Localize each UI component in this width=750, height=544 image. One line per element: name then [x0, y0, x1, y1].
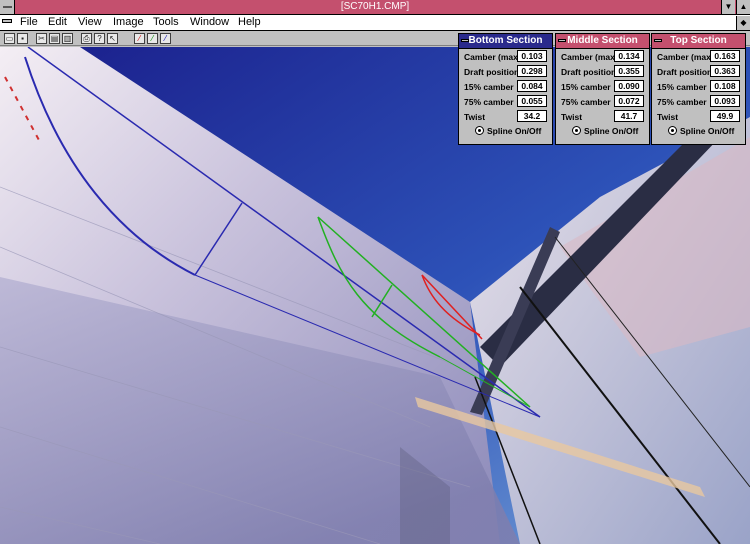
save-icon[interactable]: ▪ — [17, 33, 28, 44]
panel-title: Top Section — [670, 35, 727, 46]
wand-icon[interactable]: ⁄ — [134, 33, 145, 44]
spline-label: Spline On/Off — [487, 126, 542, 136]
camber-15-label: 15% camber — [464, 82, 514, 92]
maximize-button[interactable]: ▲ — [736, 0, 750, 14]
menu-bar: File Edit View Image Tools Window Help ◆ — [0, 15, 750, 31]
draft-position-value: 0.355 — [614, 65, 644, 77]
help-icon[interactable]: ? — [94, 33, 105, 44]
camber-75-value: 0.055 — [517, 95, 547, 107]
camber-75-label: 75% camber — [561, 97, 611, 107]
panel-menu-button[interactable] — [461, 39, 469, 42]
window-title: [SC70H1.CMP] — [340, 1, 410, 12]
twist-value: 49.9 — [710, 110, 740, 122]
panel-title: Middle Section — [567, 35, 638, 46]
panel-menu-button[interactable] — [558, 39, 566, 42]
menu-window[interactable]: Window — [190, 16, 229, 28]
title-bar: [SC70H1.CMP] ▼ ▲ — [0, 0, 750, 15]
twist-value: 41.7 — [614, 110, 644, 122]
menu-file[interactable]: File — [20, 16, 38, 28]
draft-position-label: Draft position — [657, 67, 713, 77]
middle-section-panel: Middle Section Camber (max) 0.134 Draft p… — [555, 33, 650, 145]
spline-toggle[interactable]: Spline On/Off — [652, 124, 745, 138]
draft-position-value: 0.363 — [710, 65, 740, 77]
open-icon[interactable]: ▭ — [4, 33, 15, 44]
spline-label: Spline On/Off — [680, 126, 735, 136]
camber-max-value: 0.163 — [710, 50, 740, 62]
camber-max-label: Camber (max) — [561, 52, 618, 62]
camber-15-value: 0.084 — [517, 80, 547, 92]
camber-15-value: 0.090 — [614, 80, 644, 92]
radio-icon[interactable] — [572, 126, 581, 135]
camber-75-label: 75% camber — [464, 97, 514, 107]
twist-label: Twist — [561, 112, 583, 122]
menu-image[interactable]: Image — [113, 16, 144, 28]
document-menu-button[interactable] — [2, 19, 12, 23]
tab-top-section[interactable]: Top Section — [652, 34, 745, 49]
spline-toggle[interactable]: Spline On/Off — [459, 124, 552, 138]
camber-max-value: 0.134 — [614, 50, 644, 62]
twist-value: 34.2 — [517, 110, 547, 122]
minimize-button[interactable]: ▼ — [721, 0, 735, 14]
paste-icon[interactable]: ▥ — [62, 33, 73, 44]
panel-title: Bottom Section — [468, 35, 543, 46]
radio-icon[interactable] — [668, 126, 677, 135]
spline-label: Spline On/Off — [584, 126, 639, 136]
zoom-icon[interactable]: ⁄ — [160, 33, 171, 44]
twist-label: Twist — [657, 112, 679, 122]
select-icon[interactable]: ↖ — [107, 33, 118, 44]
camber-15-value: 0.108 — [710, 80, 740, 92]
tab-middle-section[interactable]: Middle Section — [556, 34, 649, 49]
menu-help[interactable]: Help — [238, 16, 261, 28]
camber-max-label: Camber (max) — [657, 52, 714, 62]
top-section-panel: Top Section Camber (max) 0.163 Draft posi… — [651, 33, 746, 145]
camber-15-label: 15% camber — [561, 82, 611, 92]
restore-button[interactable]: ◆ — [736, 16, 750, 30]
camber-max-label: Camber (max) — [464, 52, 521, 62]
panel-menu-button[interactable] — [654, 39, 662, 42]
radio-icon[interactable] — [475, 126, 484, 135]
spline-toggle[interactable]: Spline On/Off — [556, 124, 649, 138]
camber-75-value: 0.093 — [710, 95, 740, 107]
copy-icon[interactable]: ▤ — [49, 33, 60, 44]
camber-75-label: 75% camber — [657, 97, 707, 107]
cut-icon[interactable]: ✂ — [36, 33, 47, 44]
menu-tools[interactable]: Tools — [153, 16, 179, 28]
camber-15-label: 15% camber — [657, 82, 707, 92]
tab-bottom-section[interactable]: Bottom Section — [459, 34, 552, 49]
camber-max-value: 0.103 — [517, 50, 547, 62]
menu-edit[interactable]: Edit — [48, 16, 67, 28]
draft-position-value: 0.298 — [517, 65, 547, 77]
bottom-section-panel: Bottom Section Camber (max) 0.103 Draft p… — [458, 33, 553, 145]
camber-75-value: 0.072 — [614, 95, 644, 107]
print-icon[interactable]: ⎙ — [81, 33, 92, 44]
twist-label: Twist — [464, 112, 486, 122]
fill-icon[interactable]: ⁄ — [147, 33, 158, 44]
draft-position-label: Draft position — [561, 67, 617, 77]
menu-view[interactable]: View — [78, 16, 102, 28]
draft-position-label: Draft position — [464, 67, 520, 77]
